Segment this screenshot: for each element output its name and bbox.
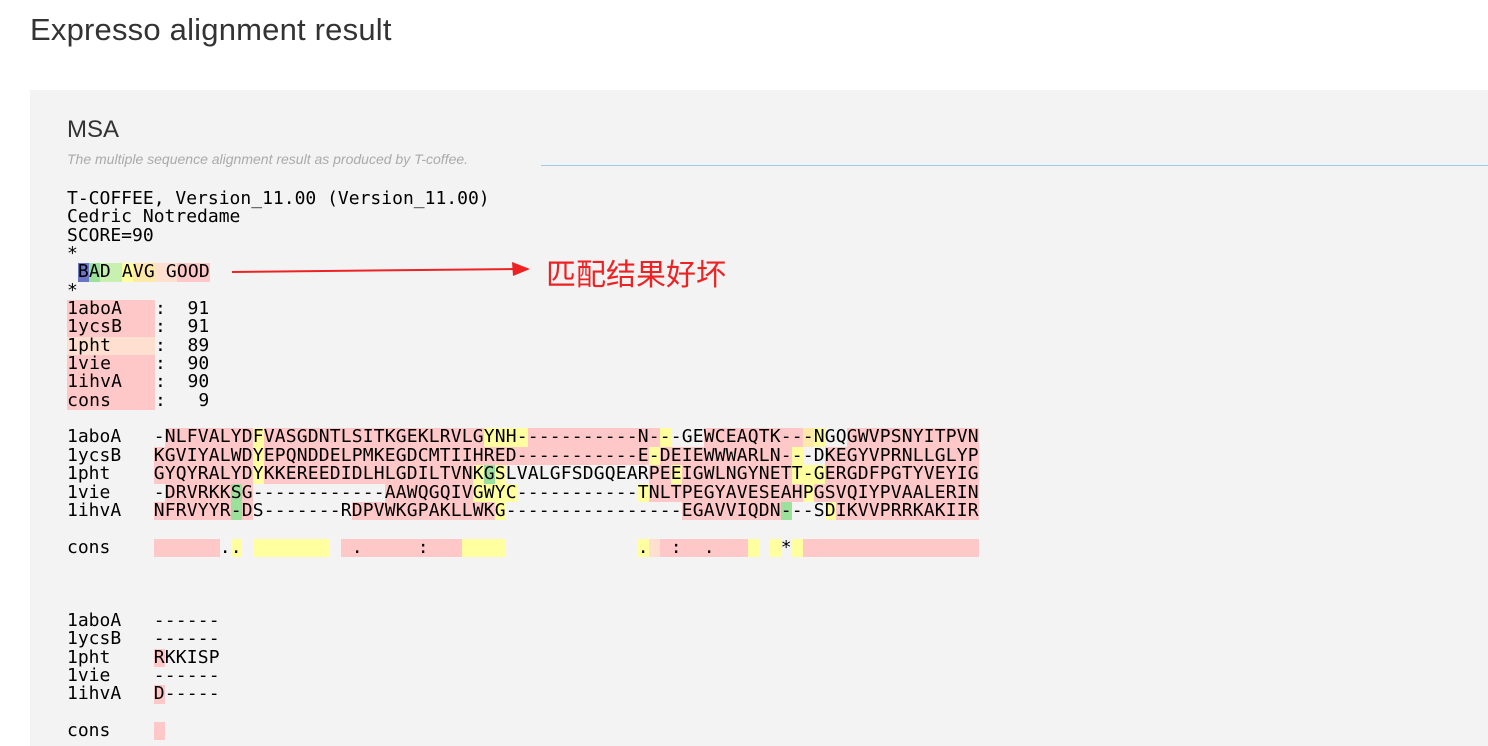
score-row: 1pht : 89 [67, 334, 210, 356]
score-row: 1ycsB : 91 [67, 316, 210, 338]
sequence-row: 1ihvA D----- [67, 683, 220, 705]
consensus-row: cons .. . : . : . * [67, 538, 1467, 557]
legend-end: * [67, 279, 78, 301]
sequence-row: 1ycsB ------ [67, 628, 220, 650]
section-title: MSA [67, 116, 120, 143]
sequence-row: 1pht RKKISP [67, 646, 220, 668]
header-line: T-COFFEE, Version_11.00 (Version_11.00) [67, 188, 490, 209]
header-line: * [67, 243, 78, 265]
score-row: 1ihvA : 90 [67, 371, 210, 393]
sequence-row: 1vie ------ [67, 664, 220, 686]
section-divider [541, 165, 1488, 166]
sequence-row: 1pht GYQYRALYDYKKEREEDIDLHLGDILTVNKGSLVA… [67, 463, 979, 485]
score-row: 1vie : 90 [67, 353, 210, 375]
annotation-label: 匹配结果好坏 [546, 258, 726, 293]
header-line: SCORE=90 [67, 224, 154, 246]
block-gap [67, 557, 1467, 594]
page-title: Expresso alignment result [30, 12, 392, 47]
block-gap [67, 704, 1467, 722]
section-subtitle: The multiple sequence alignment result a… [67, 151, 469, 167]
score-row: cons : 9 [67, 389, 210, 411]
sequence-row: 1aboA ------ [67, 609, 220, 631]
consensus-row: cons [67, 721, 1467, 741]
msa-panel: MSA The multiple sequence alignment resu… [30, 90, 1488, 746]
score-row: 1aboA : 91 [67, 298, 210, 320]
block-gap [67, 520, 1467, 538]
header-line: Cedric Notredame [67, 206, 241, 228]
block-gap [67, 594, 1467, 612]
annotation-arrow-icon [231, 262, 530, 276]
sequence-row: 1ihvA NFRVYYR-DS-------RDPVWKGPAKLLWKG--… [67, 499, 979, 521]
